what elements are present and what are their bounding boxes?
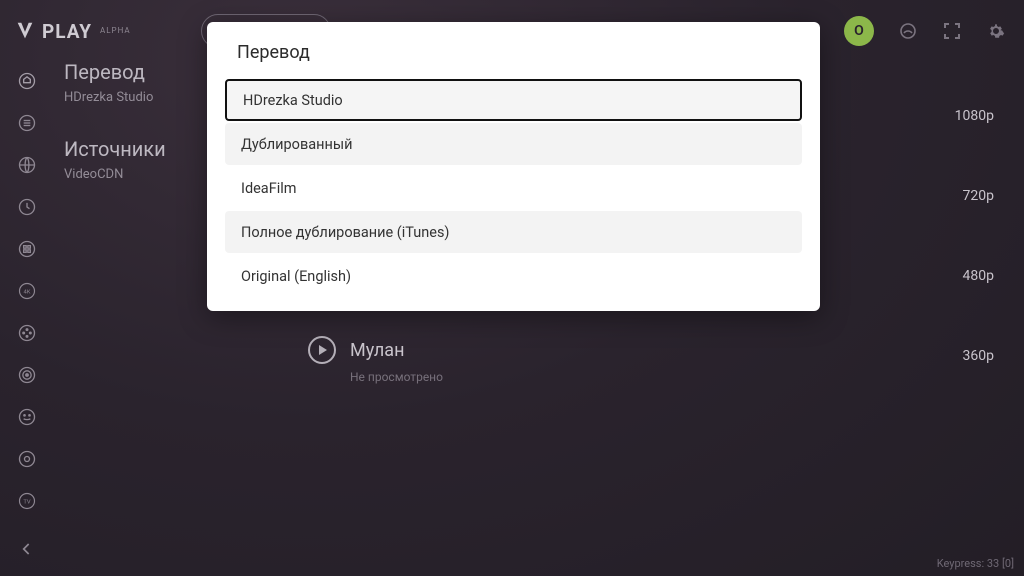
collapse-icon[interactable] — [16, 538, 38, 560]
movie-status: Не просмотрено — [350, 370, 443, 384]
modal-option[interactable]: IdeaFilm — [225, 167, 802, 209]
logo-mark-icon — [14, 20, 36, 42]
quality-list: 1080p 720p 480p 360p — [955, 108, 994, 364]
modal-option[interactable]: Полное дублирование (iTunes) — [225, 211, 802, 253]
play-icon — [308, 336, 336, 364]
fullscreen-icon[interactable] — [942, 21, 962, 41]
modal-title: Перевод — [225, 42, 802, 63]
quality-option[interactable]: 360p — [955, 348, 994, 364]
svg-text:TV: TV — [23, 500, 31, 506]
globe-icon[interactable] — [16, 154, 38, 176]
quality-option[interactable]: 720p — [955, 188, 994, 204]
tv-icon[interactable]: TV — [16, 490, 38, 512]
avatar[interactable]: O — [844, 16, 874, 46]
svg-text:4K: 4K — [24, 290, 31, 296]
smile-icon[interactable] — [16, 406, 38, 428]
history-icon[interactable] — [16, 196, 38, 218]
debug-footer: Keypress: 33 [0] — [937, 557, 1014, 570]
logo-word: PLAY — [42, 20, 92, 43]
logo-badge: ALPHA — [100, 26, 131, 35]
disc-icon[interactable] — [16, 448, 38, 470]
modal-option[interactable]: Дублированный — [225, 123, 802, 165]
gear-icon[interactable] — [986, 21, 1006, 41]
modal-option[interactable]: HDrezka Studio — [225, 79, 802, 121]
app-logo: PLAY ALPHA — [14, 20, 131, 43]
quality-option[interactable]: 480p — [955, 268, 994, 284]
cast-icon[interactable] — [898, 21, 918, 41]
dpad-icon[interactable] — [16, 322, 38, 344]
translation-modal: Перевод HDrezka Studio Дублированный Ide… — [207, 22, 820, 311]
grid-icon[interactable] — [16, 238, 38, 260]
target-icon[interactable] — [16, 364, 38, 386]
quality-option[interactable]: 1080p — [955, 108, 994, 124]
home-icon[interactable] — [16, 70, 38, 92]
movie-title: Мулан — [350, 340, 404, 361]
modal-option[interactable]: Original (English) — [225, 255, 802, 297]
movie-row[interactable]: Мулан — [308, 336, 404, 364]
fourk-icon[interactable]: 4K — [16, 280, 38, 302]
list-icon[interactable] — [16, 112, 38, 134]
nav-rail: 4K TV — [0, 62, 54, 576]
